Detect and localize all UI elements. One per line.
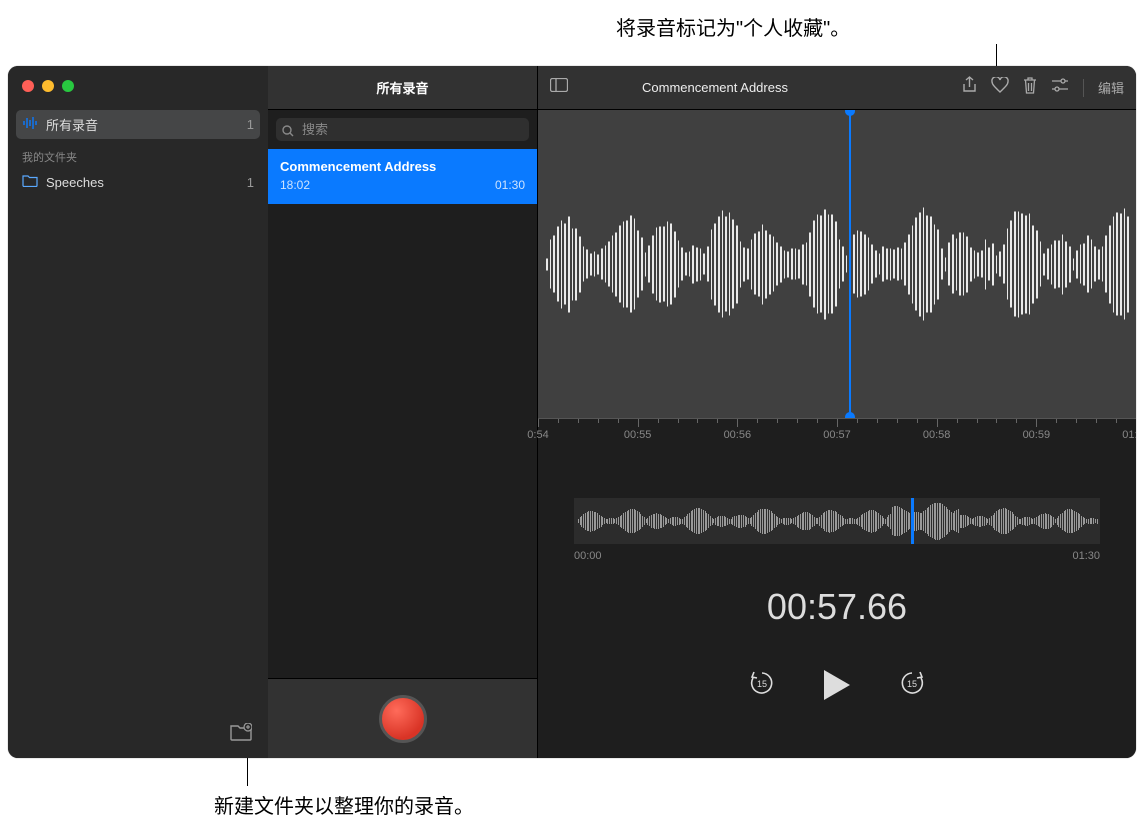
timeline-ruler: 0:5400:5500:5600:5700:5800:5901:00: [538, 418, 1136, 458]
record-button[interactable]: [379, 695, 427, 743]
time-readout: 00:57.66: [538, 586, 1136, 628]
maximize-button[interactable]: [62, 80, 74, 92]
overview-end: 01:30: [1072, 550, 1100, 562]
sidebar-folder-speeches[interactable]: Speeches 1: [8, 169, 268, 195]
recordings-list: 所有录音 Commencement Address 18:02 01:30: [268, 66, 538, 758]
overview-start: 00:00: [574, 550, 602, 562]
waveform-overview[interactable]: 00:00 01:30: [574, 498, 1100, 558]
playhead-overview[interactable]: [911, 498, 914, 544]
edit-button[interactable]: 编辑: [1098, 78, 1124, 97]
tick-label: 0:54: [527, 429, 548, 441]
playback-controls: 15 15: [538, 668, 1136, 702]
callout-favorite: 将录音标记为"个人收藏"。: [616, 12, 850, 41]
skip-forward-icon[interactable]: 15: [898, 669, 926, 702]
callout-newfolder: 新建文件夹以整理你的录音。: [214, 790, 474, 819]
sidebar: 所有录音 1 我的文件夹 Speeches 1: [8, 66, 268, 758]
svg-text:15: 15: [907, 679, 917, 689]
sidebar-item-all-recordings[interactable]: 所有录音 1: [16, 110, 260, 139]
sidebar-folder-count: 1: [247, 175, 254, 190]
trash-icon[interactable]: [1023, 77, 1037, 99]
sidebar-all-count: 1: [247, 117, 254, 132]
search-input[interactable]: [276, 118, 529, 141]
waveform-main[interactable]: [538, 110, 1136, 418]
window-controls: [22, 80, 74, 92]
tick-label: 00:56: [724, 429, 752, 441]
share-icon[interactable]: [962, 76, 977, 99]
close-button[interactable]: [22, 80, 34, 92]
tick-label: 00:55: [624, 429, 652, 441]
sidebar-folder-label: Speeches: [46, 175, 104, 190]
new-folder-icon[interactable]: [230, 723, 252, 746]
tick-label: 01:00: [1122, 429, 1136, 441]
play-icon[interactable]: [822, 668, 852, 702]
sidebar-myfolders-header: 我的文件夹: [8, 139, 268, 169]
svg-text:15: 15: [757, 679, 767, 689]
search-icon: [282, 124, 294, 142]
recording-time: 18:02: [280, 178, 310, 192]
tick-label: 00:57: [823, 429, 851, 441]
main-panel: Commencement Address 编辑 0:5400:5500:5600…: [538, 66, 1136, 758]
minimize-button[interactable]: [42, 80, 54, 92]
toolbar-separator: [1083, 79, 1084, 97]
recording-item[interactable]: Commencement Address 18:02 01:30: [268, 149, 537, 204]
sidebar-all-label: 所有录音: [46, 115, 98, 134]
callout-line-newfolder: [247, 758, 248, 786]
app-window: 所有录音 1 我的文件夹 Speeches 1 所有录音 Commencemen…: [8, 66, 1136, 758]
skip-back-icon[interactable]: 15: [748, 669, 776, 702]
playhead-main[interactable]: [849, 110, 851, 418]
recording-duration: 01:30: [495, 178, 525, 192]
tick-label: 00:59: [1023, 429, 1051, 441]
all-recordings-icon: [22, 116, 38, 133]
toolbar-title: Commencement Address: [482, 80, 948, 95]
settings-icon[interactable]: [1051, 78, 1069, 97]
favorite-icon[interactable]: [991, 77, 1009, 98]
toolbar: Commencement Address 编辑: [538, 66, 1136, 110]
recording-title: Commencement Address: [280, 159, 525, 174]
tick-label: 00:58: [923, 429, 951, 441]
folder-icon: [22, 174, 38, 190]
